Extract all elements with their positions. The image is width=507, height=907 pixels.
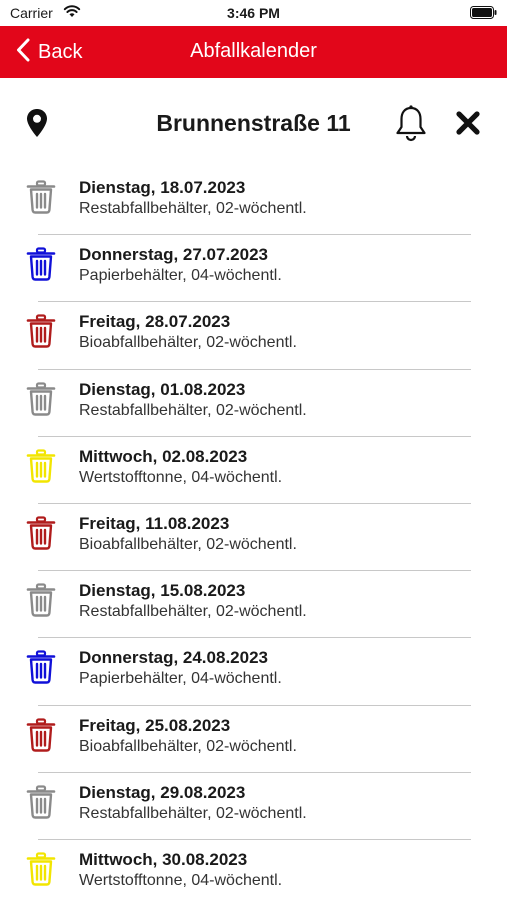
address-header: Brunnenstraße 11 [0, 90, 507, 156]
schedule-row[interactable]: Freitag, 28.07.2023 Bioabfallbehälter, 0… [0, 302, 507, 370]
bin-type: Bioabfallbehälter, 02-wöchentl. [79, 334, 297, 352]
bin-type: Restabfallbehälter, 02-wöchentl. [79, 804, 307, 822]
trash-icon-grey [26, 583, 56, 622]
bin-type: Bioabfallbehälter, 02-wöchentl. [79, 737, 297, 755]
schedule-row[interactable]: Freitag, 25.08.2023 Bioabfallbehälter, 0… [0, 706, 507, 773]
address-title: Brunnenstraße 11 [156, 110, 351, 136]
bin-type: Restabfallbehälter, 02-wöchentl. [79, 603, 307, 621]
trash-icon-grey [26, 785, 56, 824]
bin-type: Bioabfallbehälter, 02-wöchentl. [79, 535, 297, 553]
trash-icon-red [26, 516, 56, 555]
trash-icon-yellow [26, 852, 56, 891]
collection-date: Donnerstag, 24.08.2023 [79, 648, 268, 668]
schedule-row[interactable]: Dienstag, 01.08.2023 Restabfallbehälter,… [0, 370, 507, 437]
trash-icon-red [26, 314, 56, 353]
collection-date: Freitag, 11.08.2023 [79, 513, 230, 533]
clock: 3:46 PM [227, 5, 280, 21]
trash-icon-blue [26, 247, 56, 286]
trash-icon-yellow [26, 449, 56, 488]
status-bar: Carrier 3:46 PM [0, 0, 507, 26]
collection-date: Dienstag, 18.07.2023 [79, 178, 246, 197]
trash-icon-red [26, 717, 56, 757]
schedule-row[interactable]: Mittwoch, 02.08.2023 Wertstofftonne, 04-… [0, 437, 507, 504]
bell-icon[interactable] [394, 104, 428, 147]
schedule-row[interactable]: Donnerstag, 27.07.2023 Papierbehälter, 0… [0, 235, 507, 303]
collection-date: Freitag, 25.08.2023 [79, 715, 231, 735]
collection-date: Donnerstag, 27.07.2023 [79, 245, 268, 265]
collection-date: Freitag, 28.07.2023 [79, 312, 231, 332]
close-icon[interactable] [455, 110, 481, 141]
trash-icon-grey [26, 180, 56, 219]
collection-date: Mittwoch, 30.08.2023 [79, 849, 248, 869]
bin-type: Papierbehälter, 04-wöchentl. [79, 267, 282, 285]
schedule-row[interactable]: Freitag, 11.08.2023 Bioabfallbehälter, 0… [0, 504, 507, 572]
schedule-row[interactable]: Dienstag, 29.08.2023 Restabfallbehälter,… [0, 773, 507, 840]
trash-icon-blue [26, 650, 56, 689]
schedule-row[interactable]: Donnerstag, 24.08.2023 Papierbehälter, 0… [0, 638, 507, 706]
collection-date: Dienstag, 15.08.2023 [79, 581, 246, 601]
bin-type: Wertstofftonne, 04-wöchentl. [79, 468, 283, 486]
trash-icon-grey [26, 381, 56, 421]
collection-date: Dienstag, 29.08.2023 [79, 782, 246, 802]
collection-date: Dienstag, 01.08.2023 [79, 379, 246, 399]
collection-schedule-list: Dienstag, 18.07.2023 Restabfallbehälter,… [0, 168, 507, 907]
bin-type: Papierbehälter, 04-wöchentl. [79, 670, 282, 688]
bin-type: Restabfallbehälter, 02-wöchentl. [79, 401, 307, 419]
navigation-bar: Back Abfallkalender [0, 26, 507, 78]
bin-type: Wertstofftonne, 04-wöchentl. [79, 871, 283, 889]
schedule-row[interactable]: Mittwoch, 30.08.2023 Wertstofftonne, 04-… [0, 840, 507, 907]
bin-type: Restabfallbehälter, 02-wöchentl. [79, 200, 307, 217]
schedule-row[interactable]: Dienstag, 15.08.2023 Restabfallbehälter,… [0, 571, 507, 639]
collection-date: Mittwoch, 02.08.2023 [79, 446, 248, 466]
schedule-row[interactable]: Dienstag, 18.07.2023 Restabfallbehälter,… [0, 168, 507, 236]
nav-title: Abfallkalender [190, 40, 317, 62]
battery-icon [470, 6, 497, 24]
